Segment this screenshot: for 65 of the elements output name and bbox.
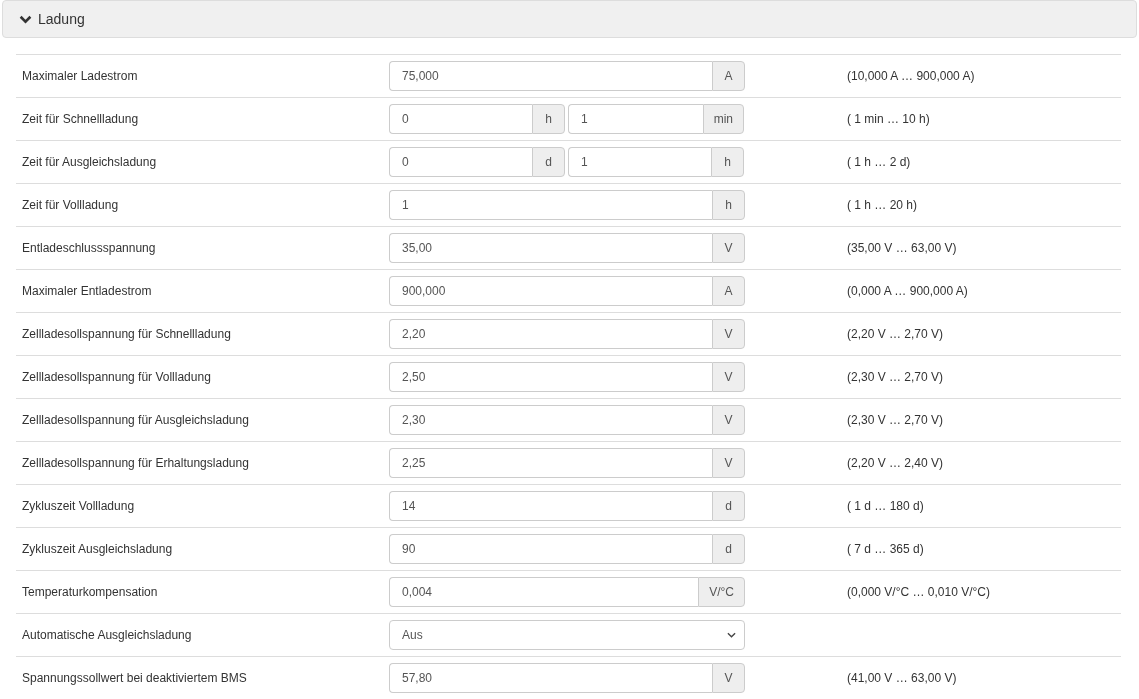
unit-label: min xyxy=(702,104,744,134)
range-hint: ( 7 d … 365 d) xyxy=(847,542,924,556)
range-hint: (0,000 V/°C … 0,010 V/°C) xyxy=(847,585,990,599)
panel-header[interactable]: Ladung xyxy=(2,0,1137,38)
unit-label: V xyxy=(712,663,745,693)
unit-label: d xyxy=(712,534,745,564)
input-field[interactable]: 90 xyxy=(389,534,712,564)
range-hint: ( 1 h … 2 d) xyxy=(847,155,911,169)
unit-label: A xyxy=(712,276,745,306)
setting-label: Zeit für Vollladung xyxy=(21,198,120,212)
input-field[interactable]: 2,25 xyxy=(389,448,712,478)
unit-label: h xyxy=(711,147,744,177)
input-field[interactable]: 2,50 xyxy=(389,362,712,392)
setting-label: Temperaturkompensation xyxy=(21,585,159,599)
range-hint: (0,000 A … 900,000 A) xyxy=(847,284,968,298)
panel-title: Ladung xyxy=(38,11,85,27)
range-hint: (2,20 V … 2,40 V) xyxy=(847,456,944,470)
input-field[interactable]: 35,00 xyxy=(389,233,712,263)
range-hint: ( 1 h … 20 h) xyxy=(847,198,918,212)
input-field[interactable]: 14 xyxy=(389,491,712,521)
input-field[interactable]: 0,004 xyxy=(389,577,699,607)
range-hint: (2,30 V … 2,70 V) xyxy=(847,413,944,427)
setting-label: Zykluszeit Vollladung xyxy=(21,499,136,513)
input-field[interactable]: 75,000 xyxy=(389,61,712,91)
setting-label: Zellladesollspannung für Erhaltungsladung xyxy=(21,456,250,470)
input-field[interactable]: 57,80 xyxy=(389,663,712,693)
setting-label: Maximaler Ladestrom xyxy=(21,69,139,83)
setting-label: Automatische Ausgleichsladung xyxy=(21,628,193,642)
unit-label: h xyxy=(532,104,565,134)
setting-label: Maximaler Entladestrom xyxy=(21,284,153,298)
unit-label: V xyxy=(712,319,745,349)
chevron-down-icon xyxy=(727,632,736,638)
setting-label: Zeit für Ausgleichsladung xyxy=(21,155,158,169)
range-hint: ( 1 d … 180 d) xyxy=(847,499,924,513)
range-hint: (35,00 V … 63,00 V) xyxy=(847,241,957,255)
input-field[interactable]: 900,000 xyxy=(389,276,712,306)
unit-label: h xyxy=(712,190,745,220)
range-hint: (10,000 A … 900,000 A) xyxy=(847,69,975,83)
unit-label: V xyxy=(712,362,745,392)
setting-label: Zellladesollspannung für Ausgleichsladung xyxy=(21,413,250,427)
unit-label: V xyxy=(712,448,745,478)
range-hint: (2,20 V … 2,70 V) xyxy=(847,327,944,341)
setting-label: Spannungssollwert bei deaktiviertem BMS xyxy=(21,671,248,685)
unit-label: V xyxy=(712,233,745,263)
unit-label: d xyxy=(532,147,565,177)
unit-label: V xyxy=(712,405,745,435)
setting-label: Entladeschlussspannung xyxy=(21,241,157,255)
input-field[interactable]: 2,30 xyxy=(389,405,712,435)
range-hint: (2,30 V … 2,70 V) xyxy=(847,370,944,384)
range-hint: (41,00 V … 63,00 V) xyxy=(847,671,957,685)
range-hint: ( 1 min … 10 h) xyxy=(847,112,930,126)
input-field[interactable]: 0 xyxy=(389,147,532,177)
setting-label: Zellladesollspannung für Schnellladung xyxy=(21,327,232,341)
input-field[interactable]: 1 xyxy=(568,147,711,177)
setting-label: Zeit für Schnellladung xyxy=(21,112,140,126)
unit-label: V/°C xyxy=(698,577,745,607)
dropdown[interactable]: Aus xyxy=(389,620,745,650)
unit-label: A xyxy=(712,61,745,91)
unit-label: d xyxy=(712,491,745,521)
input-field[interactable]: 1 xyxy=(568,104,703,134)
input-field[interactable]: 1 xyxy=(389,190,712,220)
input-field[interactable]: 0 xyxy=(389,104,532,134)
setting-label: Zellladesollspannung für Vollladung xyxy=(21,370,212,384)
setting-label: Zykluszeit Ausgleichsladung xyxy=(21,542,174,556)
input-field[interactable]: 2,20 xyxy=(389,319,712,349)
